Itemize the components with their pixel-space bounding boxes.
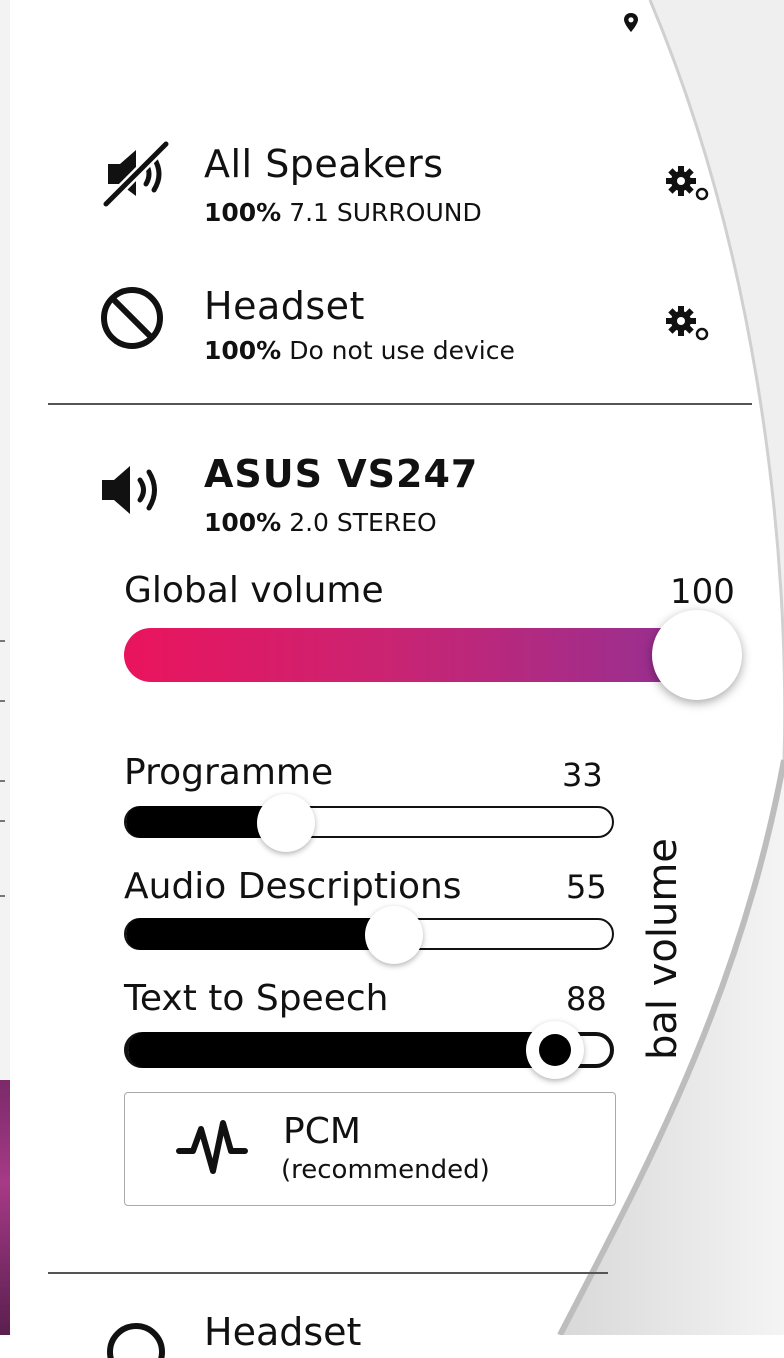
background-tick bbox=[0, 640, 5, 642]
device-status: 100% 7.1 SURROUND bbox=[204, 198, 482, 227]
channel-label: Audio Descriptions bbox=[124, 866, 462, 907]
global-volume-label: Global volume bbox=[124, 570, 384, 611]
programme-slider-thumb[interactable] bbox=[256, 794, 315, 852]
block-icon bbox=[101, 287, 163, 349]
device-name: Headset bbox=[204, 284, 365, 328]
settings-gear-icon[interactable] bbox=[666, 304, 712, 344]
background-tick bbox=[0, 895, 5, 897]
device-status: 100% Do not use device bbox=[204, 336, 515, 365]
settings-gear-icon[interactable] bbox=[666, 164, 712, 204]
section-divider bbox=[48, 1272, 608, 1274]
section-divider bbox=[48, 403, 752, 405]
rotated-global-volume-label: bal volume bbox=[640, 838, 686, 1060]
format-title: PCM bbox=[283, 1111, 361, 1152]
device-row-asus[interactable]: ASUS VS247 100% 2.0 STEREO bbox=[10, 452, 750, 542]
global-volume-value: 100 bbox=[670, 572, 735, 612]
device-name: ASUS VS247 bbox=[204, 452, 479, 496]
channel-value: 55 bbox=[566, 868, 607, 906]
channel-label: Text to Speech bbox=[124, 978, 389, 1019]
audio-descriptions-slider-thumb[interactable] bbox=[364, 906, 423, 964]
channel-value: 33 bbox=[562, 756, 603, 794]
background-edge-image bbox=[0, 1080, 10, 1335]
global-volume-thumb[interactable] bbox=[652, 610, 742, 700]
headset-icon bbox=[107, 1323, 165, 1358]
speaker-icon bbox=[102, 466, 157, 514]
text-to-speech-slider-thumb[interactable] bbox=[526, 1021, 585, 1079]
device-name: All Speakers bbox=[204, 142, 444, 186]
waveform-icon bbox=[176, 1120, 248, 1174]
channel-label: Programme bbox=[124, 752, 334, 793]
device-name: Headset bbox=[204, 1310, 362, 1354]
format-subtitle: (recommended) bbox=[281, 1155, 490, 1185]
device-row-all-speakers[interactable]: All Speakers 100% 7.1 SURROUND bbox=[10, 138, 750, 228]
device-status: 100% 2.0 STEREO bbox=[204, 508, 437, 537]
audio-format-button[interactable]: PCM (recommended) bbox=[124, 1092, 616, 1206]
location-pin-icon bbox=[624, 13, 638, 32]
programme-slider[interactable] bbox=[124, 806, 614, 838]
global-volume-slider[interactable] bbox=[124, 628, 724, 682]
device-row-headset[interactable]: Headset 100% Do not use device bbox=[10, 280, 750, 370]
speaker-muted-icon bbox=[102, 140, 170, 208]
slider-fill bbox=[128, 1032, 574, 1068]
background-tick bbox=[0, 700, 5, 702]
background-tick bbox=[0, 780, 5, 782]
background-tick bbox=[0, 820, 5, 822]
channel-value: 88 bbox=[566, 980, 607, 1018]
audio-panel: All Speakers 100% 7.1 SURROUND Headset 1… bbox=[10, 0, 784, 1358]
